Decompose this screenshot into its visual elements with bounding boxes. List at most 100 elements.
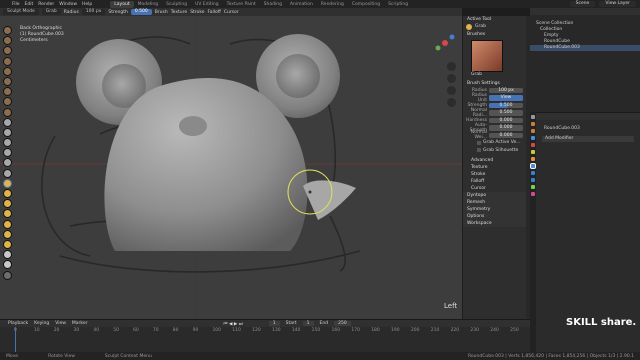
menu-help[interactable]: Help <box>82 2 92 7</box>
advanced-section[interactable]: Advanced <box>463 157 526 164</box>
physics-tab-icon[interactable] <box>531 178 535 182</box>
draw-tool-icon[interactable] <box>3 26 12 35</box>
timeline-menu-view[interactable]: View <box>55 321 66 326</box>
menu-texture[interactable]: Texture <box>171 10 187 15</box>
view-layer-selector[interactable]: View Layer <box>599 1 636 7</box>
menu-render[interactable]: Render <box>38 2 54 7</box>
layer-tool-icon[interactable] <box>3 76 12 86</box>
tab-modeling[interactable]: Modeling <box>134 1 162 8</box>
grid-icon[interactable] <box>447 98 456 107</box>
end-frame-field[interactable]: 250 <box>334 321 351 326</box>
particles-tab-icon[interactable] <box>531 171 535 175</box>
mask-tool-icon[interactable] <box>3 270 12 280</box>
current-frame-field[interactable]: 1 <box>268 321 280 326</box>
grab-silhouette-checkbox[interactable] <box>477 148 481 153</box>
nudge-tool-icon[interactable] <box>3 229 12 239</box>
strength-field[interactable]: 0.500 <box>130 9 152 15</box>
symmetry-section[interactable]: Symmetry <box>463 206 526 213</box>
auto-smooth-field[interactable]: 0.000 <box>489 125 523 131</box>
snake-hook-tool-icon[interactable] <box>3 199 12 209</box>
output-tab-icon[interactable] <box>531 129 535 133</box>
normal-radius-field[interactable]: 0.500 <box>489 110 523 116</box>
brush-preview-thumbnail[interactable] <box>471 39 503 72</box>
texture-section[interactable]: Texture <box>463 164 526 171</box>
menu-file[interactable]: File <box>12 2 20 7</box>
timeline-menu-playback[interactable]: Playback <box>8 321 28 326</box>
menu-edit[interactable]: Edit <box>25 2 34 7</box>
add-modifier-dropdown[interactable]: Add Modifier <box>542 136 634 142</box>
clay-thumb-tool-icon[interactable] <box>3 66 12 76</box>
zoom-icon[interactable] <box>447 62 456 71</box>
menu-falloff[interactable]: Falloff <box>208 10 221 15</box>
modifier-tab-icon[interactable] <box>530 163 536 169</box>
blob-tool-icon[interactable] <box>3 97 12 107</box>
pan-icon[interactable] <box>447 74 456 83</box>
playback-controls[interactable]: ⏮ ◀ ▶ ⏭ <box>223 321 242 327</box>
tool-tab-icon[interactable] <box>531 115 535 119</box>
timeline-menu-marker[interactable]: Marker <box>72 321 88 326</box>
inflate-tool-icon[interactable] <box>3 87 12 97</box>
render-tab-icon[interactable] <box>531 122 535 126</box>
falloff-section[interactable]: Falloff <box>463 178 526 185</box>
pose-tool-icon[interactable] <box>3 219 12 229</box>
brush-settings-header[interactable]: Brush Settings <box>463 80 526 87</box>
tab-rendering[interactable]: Rendering <box>317 1 348 8</box>
grab-active-vertex-checkbox[interactable] <box>477 140 481 145</box>
tab-uv-editing[interactable]: UV Editing <box>191 1 222 8</box>
remesh-section[interactable]: Remesh <box>463 199 526 206</box>
radius-unit-field[interactable]: View <box>489 95 523 101</box>
rotate-tool-icon[interactable] <box>3 239 12 249</box>
radius-field[interactable]: 100 px <box>81 9 106 15</box>
view-layer-tab-icon[interactable] <box>531 136 535 140</box>
outliner-item-roundcube-003[interactable]: RoundCube.003 <box>530 45 640 51</box>
brush-dropdown[interactable]: Grab <box>41 9 61 15</box>
tab-animation[interactable]: Animation <box>286 1 317 8</box>
tab-texture-paint[interactable]: Texture Paint <box>223 1 260 8</box>
crease-tool-icon[interactable] <box>3 107 12 117</box>
hardness-field[interactable]: 0.000 <box>489 117 523 123</box>
grab-tool-icon[interactable] <box>3 178 12 188</box>
object-tab-icon[interactable] <box>531 157 535 161</box>
dyntopo-section[interactable]: Dyntopo <box>463 192 526 199</box>
world-tab-icon[interactable] <box>531 150 535 154</box>
pinch-tool-icon[interactable] <box>3 168 12 178</box>
normal-weight-field[interactable]: 0.000 <box>489 132 523 138</box>
flatten-tool-icon[interactable] <box>3 127 12 137</box>
workspace-section[interactable]: Workspace <box>463 220 526 227</box>
slide-relax-tool-icon[interactable] <box>3 250 12 260</box>
brushes-header[interactable]: Brushes <box>463 31 526 38</box>
multiplane-scrape-tool-icon[interactable] <box>3 158 12 168</box>
fill-tool-icon[interactable] <box>3 138 12 148</box>
smooth-tool-icon[interactable] <box>3 117 12 127</box>
menu-cursor[interactable]: Cursor <box>224 10 239 15</box>
elastic-deform-tool-icon[interactable] <box>3 189 12 198</box>
navigation-gizmo[interactable] <box>432 30 458 56</box>
thumb-tool-icon[interactable] <box>3 209 12 219</box>
material-tab-icon[interactable] <box>531 192 535 196</box>
tab-layout[interactable]: Layout <box>110 0 134 8</box>
camera-icon[interactable] <box>447 86 456 95</box>
strength-field[interactable]: 0.500 <box>489 102 523 108</box>
menu-stroke[interactable]: Stroke <box>190 10 204 15</box>
scene-selector[interactable]: Scene <box>569 1 596 7</box>
menu-brush[interactable]: Brush <box>155 10 168 15</box>
stroke-section[interactable]: Stroke <box>463 171 526 178</box>
menu-window[interactable]: Window <box>59 2 77 7</box>
clay-tool-icon[interactable] <box>3 46 12 56</box>
timeline-menu-keying[interactable]: Keying <box>34 321 49 326</box>
playhead[interactable] <box>15 327 16 353</box>
boundary-tool-icon[interactable] <box>3 260 12 270</box>
data-tab-icon[interactable] <box>531 185 535 189</box>
start-frame-field[interactable]: 1 <box>302 321 314 326</box>
cursor-section[interactable]: Cursor <box>463 185 526 192</box>
clay-strips-tool-icon[interactable] <box>3 56 12 66</box>
frame-ruler[interactable]: 0102030405060708090100110120130140150160… <box>0 327 530 334</box>
scene-tab-icon[interactable] <box>531 143 535 147</box>
mode-dropdown[interactable]: Sculpt Mode <box>3 9 39 15</box>
options-section[interactable]: Options <box>463 213 526 220</box>
3d-viewport[interactable]: Back Orthographic (1) RoundCube.003 Cent… <box>0 16 462 319</box>
tab-compositing[interactable]: Compositing <box>348 1 384 8</box>
active-tool-header[interactable]: Active Tool <box>463 16 526 23</box>
tab-scripting[interactable]: Scripting <box>384 1 412 8</box>
radius-field[interactable]: 100 px <box>489 87 523 93</box>
